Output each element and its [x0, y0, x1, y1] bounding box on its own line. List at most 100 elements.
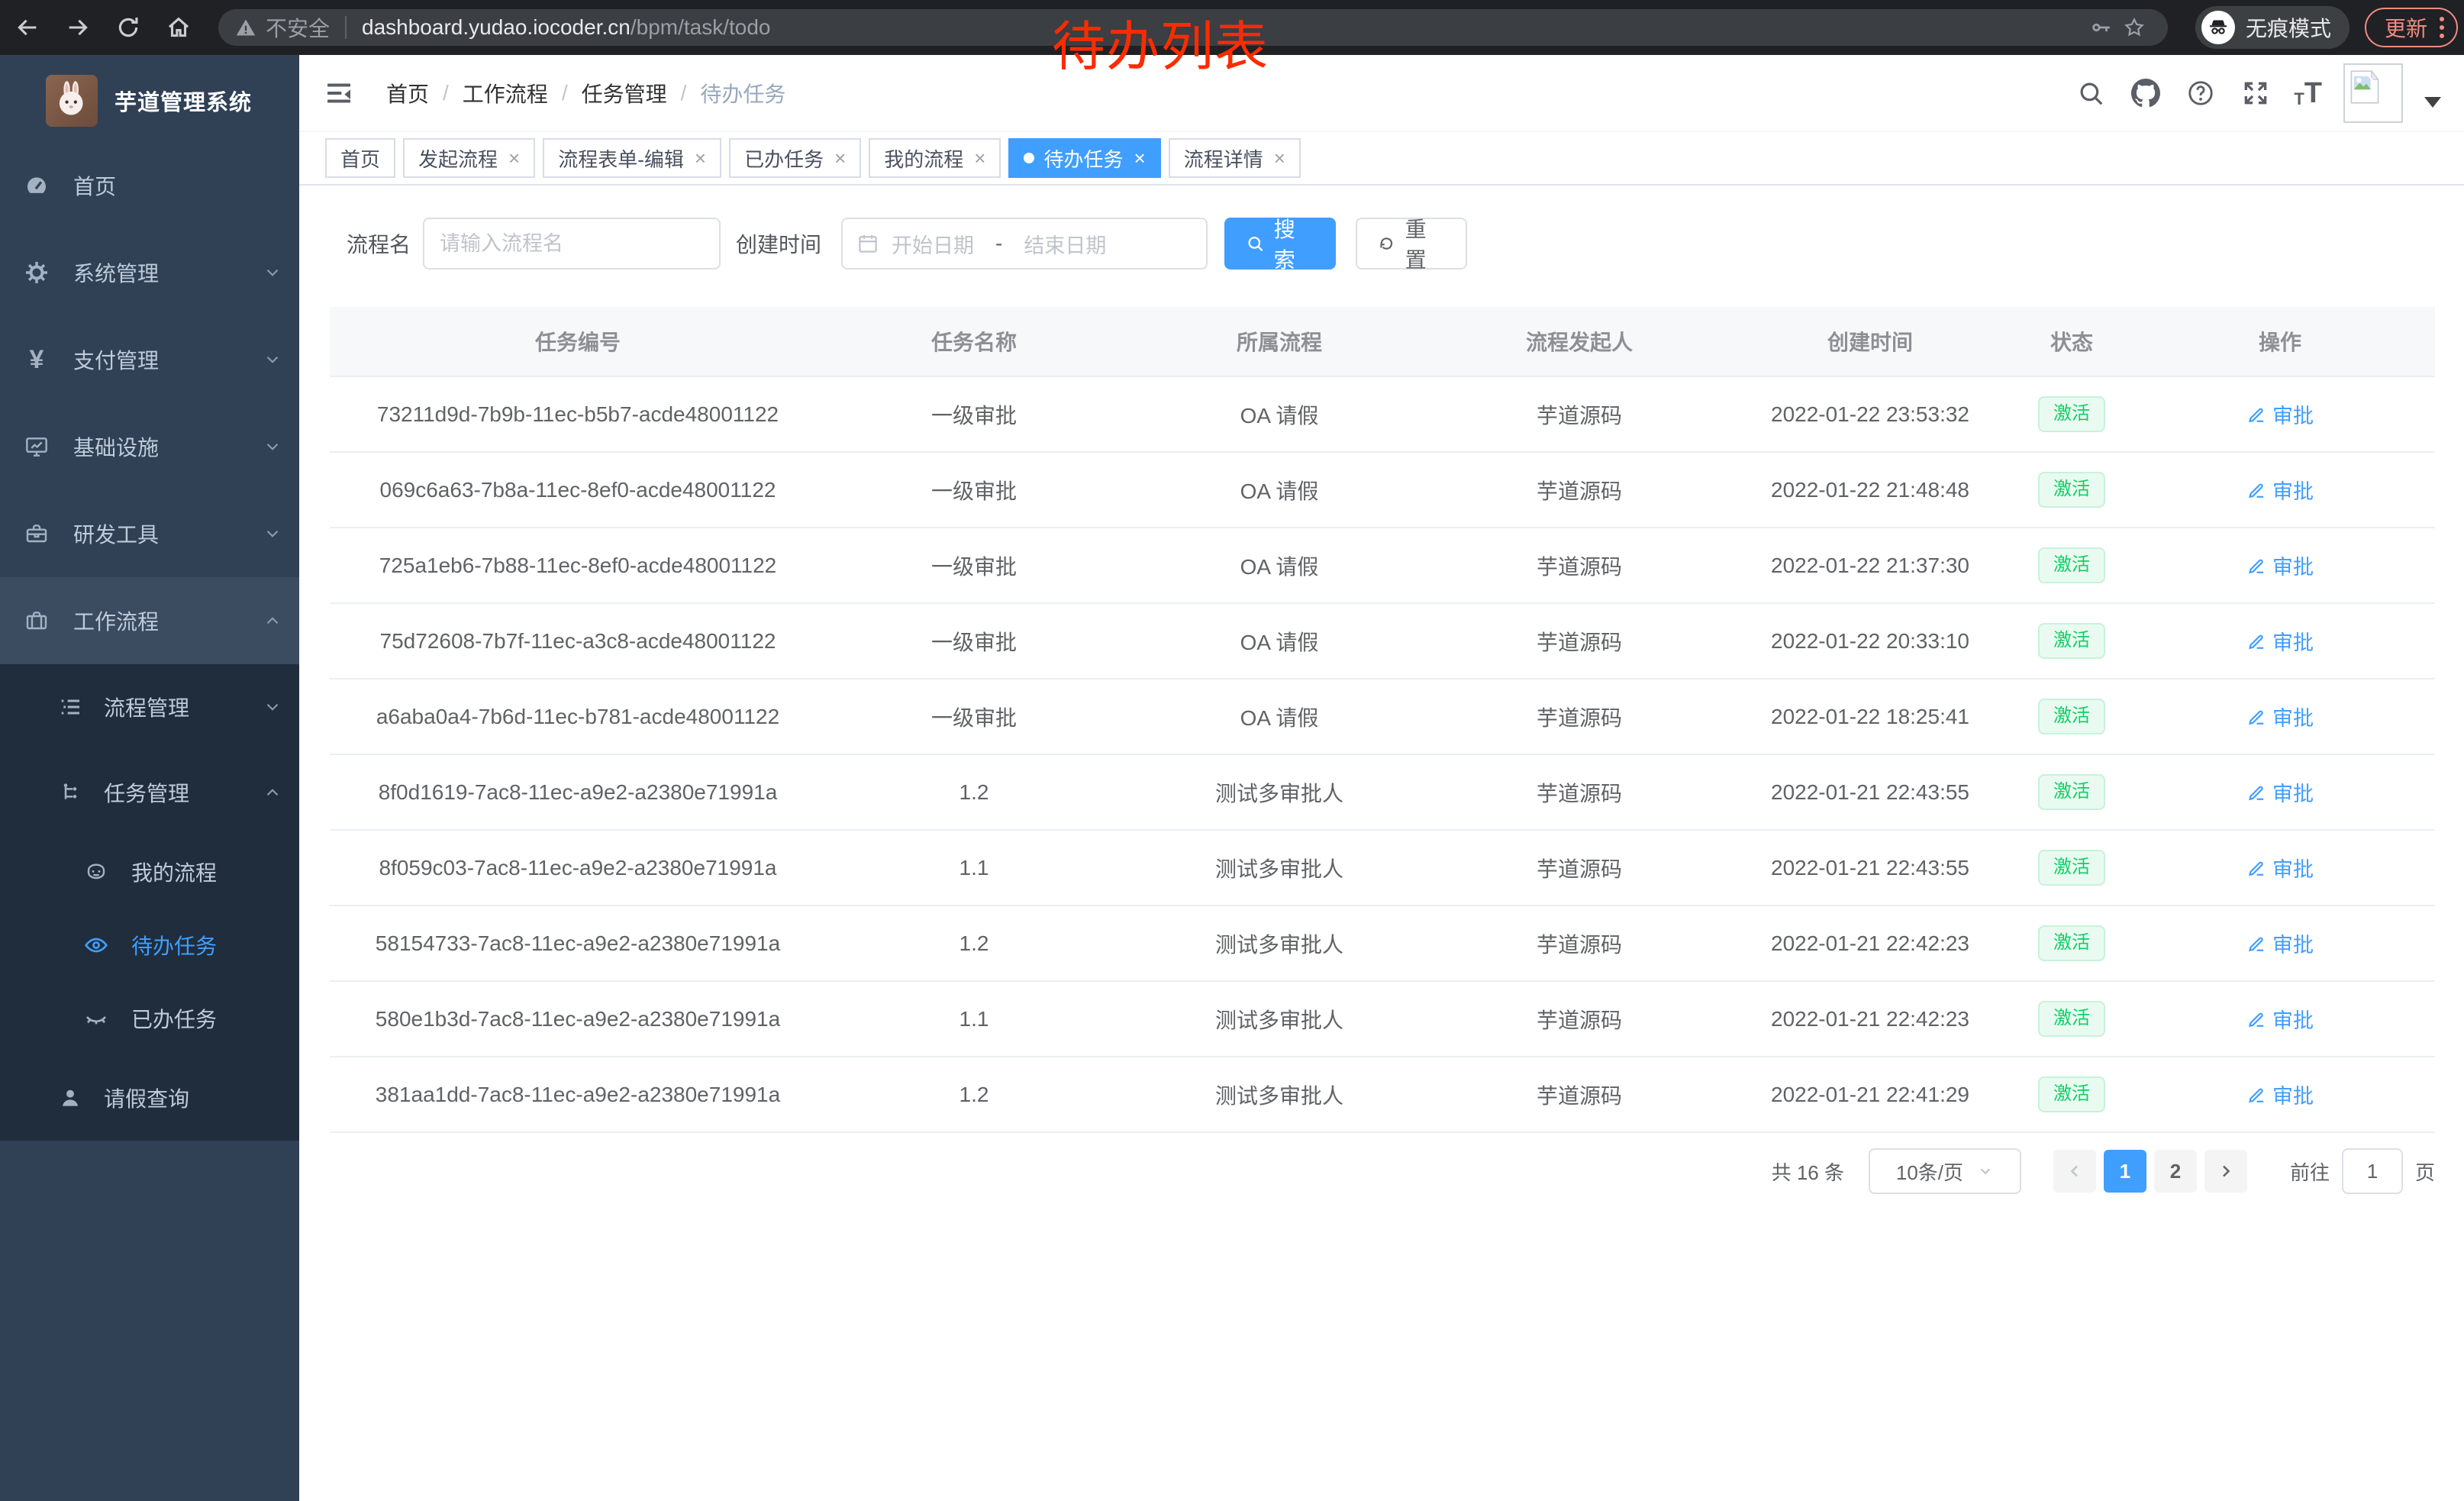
tab-流程表单-编辑[interactable]: 流程表单-编辑 × — [543, 138, 721, 178]
question-circle-icon — [2186, 79, 2215, 108]
initiator-cell: 芋道源码 — [1437, 475, 1722, 505]
task-name-cell: 一级审批 — [826, 475, 1122, 505]
sidebar-item-dev-tools[interactable]: 研发工具 — [0, 490, 299, 577]
initiator-cell: 芋道源码 — [1437, 928, 1722, 959]
top-navbar: 首页 / 工作流程 / 任务管理 / 待办任务 TT — [299, 55, 2464, 132]
url-path[interactable]: /bpm/task/todo — [631, 15, 771, 40]
sidebar-item-todo-tasks[interactable]: 待办任务 — [0, 909, 299, 982]
approve-link[interactable]: 审批 — [2246, 928, 2314, 958]
github-link-button[interactable] — [2129, 76, 2162, 110]
approve-link[interactable]: 审批 — [2246, 777, 2314, 807]
tab-close-icon[interactable]: × — [974, 148, 985, 168]
tab-待办任务[interactable]: 待办任务 × — [1008, 138, 1160, 178]
calendar-icon — [856, 232, 879, 255]
approve-link[interactable]: 审批 — [2246, 626, 2314, 656]
sidebar-toggle-button[interactable] — [324, 78, 354, 108]
status-cell: 激活 — [2018, 925, 2125, 960]
goto-page-input[interactable] — [2342, 1148, 2403, 1194]
process-name-input[interactable] — [423, 218, 721, 270]
status-cell: 激活 — [2018, 623, 2125, 658]
sidebar-item-home[interactable]: 首页 — [0, 142, 299, 229]
app-title: 芋道管理系统 — [114, 85, 252, 117]
process-cell: 测试多审批人 — [1122, 1080, 1437, 1110]
fullscreen-button[interactable] — [2239, 76, 2272, 110]
sidebar-item-system[interactable]: 系统管理 — [0, 229, 299, 316]
next-page-button[interactable] — [2204, 1150, 2247, 1193]
browser-forward-button[interactable] — [56, 6, 99, 49]
action-cell: 审批 — [2125, 777, 2435, 808]
update-label[interactable]: 更新 — [2385, 12, 2427, 43]
url-host[interactable]: dashboard.yudao.iocoder.cn — [362, 15, 631, 40]
start-date-placeholder[interactable]: 开始日期 — [892, 229, 974, 259]
user-avatar[interactable] — [2343, 63, 2403, 123]
col-process: 所属流程 — [1122, 326, 1437, 357]
approve-link[interactable]: 审批 — [2246, 1080, 2314, 1109]
browser-reload-button[interactable] — [107, 6, 150, 49]
sidebar-item-done-tasks[interactable]: 已办任务 — [0, 982, 299, 1055]
prev-page-button[interactable] — [2053, 1150, 2096, 1193]
app-logo[interactable]: 芋道管理系统 — [0, 55, 299, 131]
date-range-picker[interactable]: 开始日期 - 结束日期 — [841, 218, 1208, 270]
breadcrumb-workflow[interactable]: 工作流程 — [463, 78, 548, 108]
pagination: 共 16 条 10条/页 12 前往 页 — [330, 1148, 2435, 1194]
page-button-1[interactable]: 1 — [2104, 1150, 2146, 1193]
tab-close-icon[interactable]: × — [508, 148, 520, 168]
tab-流程详情[interactable]: 流程详情 × — [1169, 138, 1301, 178]
tab-close-icon[interactable]: × — [1134, 148, 1146, 168]
sidebar-item-process-management[interactable]: 流程管理 — [0, 664, 299, 750]
created-time-cell: 2022-01-22 21:48:48 — [1722, 478, 2018, 502]
fullscreen-icon — [2241, 79, 2270, 108]
created-time-cell: 2022-01-22 18:25:41 — [1722, 705, 2018, 729]
breadcrumb-task-management[interactable]: 任务管理 — [582, 78, 667, 108]
sidebar-item-workflow[interactable]: 工作流程 — [0, 577, 299, 664]
tab-发起流程[interactable]: 发起流程 × — [403, 138, 535, 178]
browser-menu-icon[interactable] — [2440, 17, 2444, 38]
page-button-2[interactable]: 2 — [2154, 1150, 2197, 1193]
page-unit-label: 页 — [2415, 1157, 2435, 1186]
header-search-button[interactable] — [2074, 76, 2108, 110]
approve-link[interactable]: 审批 — [2246, 1004, 2314, 1034]
monitor-icon — [24, 434, 49, 459]
reset-button[interactable]: 重置 — [1356, 218, 1467, 270]
help-button[interactable] — [2184, 76, 2217, 110]
task-id-cell: 580e1b3d-7ac8-11ec-a9e2-a2380e71991a — [330, 1007, 826, 1031]
task-name-cell: 一级审批 — [826, 626, 1122, 657]
tab-close-icon[interactable]: × — [695, 148, 706, 168]
page-size-select[interactable]: 10条/页 — [1869, 1148, 2021, 1194]
security-label[interactable]: 不安全 — [266, 12, 330, 43]
breadcrumb-home[interactable]: 首页 — [386, 78, 429, 108]
font-size-button[interactable]: TT — [2294, 79, 2322, 108]
bookmark-star-icon[interactable] — [2117, 11, 2151, 44]
flow-tree-icon — [58, 780, 82, 805]
sidebar-item-infrastructure[interactable]: 基础设施 — [0, 403, 299, 490]
chevron-down-icon — [1977, 1163, 1994, 1180]
approve-link[interactable]: 审批 — [2246, 702, 2314, 731]
tab-close-icon[interactable]: × — [834, 148, 846, 168]
tab-我的流程[interactable]: 我的流程 × — [869, 138, 1001, 178]
approve-link[interactable]: 审批 — [2246, 399, 2314, 429]
end-date-placeholder[interactable]: 结束日期 — [1024, 229, 1106, 259]
approve-link[interactable]: 审批 — [2246, 550, 2314, 580]
table-row: 58154733-7ac8-11ec-a9e2-a2380e71991a 1.2… — [330, 906, 2435, 982]
tab-首页[interactable]: 首页 × — [325, 138, 395, 178]
sidebar-item-leave-query[interactable]: 请假查询 — [0, 1055, 299, 1141]
approve-link[interactable]: 审批 — [2246, 475, 2314, 505]
search-button[interactable]: 搜索 — [1224, 218, 1336, 270]
sidebar-item-payment[interactable]: ¥ 支付管理 — [0, 316, 299, 403]
approve-link[interactable]: 审批 — [2246, 853, 2314, 883]
tab-close-icon[interactable]: × — [1274, 148, 1285, 168]
reload-icon — [115, 15, 141, 40]
tab-已办任务[interactable]: 已办任务 × — [729, 138, 861, 178]
action-cell: 审批 — [2125, 853, 2435, 883]
password-key-icon[interactable] — [2084, 11, 2117, 44]
created-time-cell: 2022-01-22 21:37:30 — [1722, 554, 2018, 578]
sidebar-item-task-management[interactable]: 任务管理 — [0, 750, 299, 835]
browser-home-button[interactable] — [157, 6, 200, 49]
sidebar-item-my-process[interactable]: 我的流程 — [0, 835, 299, 909]
sidebar: 芋道管理系统 首页 系统管理 ¥ 支付管理 基础设施 — [0, 55, 299, 1501]
chevron-up-icon — [263, 783, 282, 802]
browser-update-button[interactable]: 更新 — [2365, 8, 2458, 47]
browser-back-button[interactable] — [6, 6, 49, 49]
avatar-caret-icon[interactable] — [2424, 97, 2441, 108]
rabbit-avatar-icon — [50, 79, 94, 123]
